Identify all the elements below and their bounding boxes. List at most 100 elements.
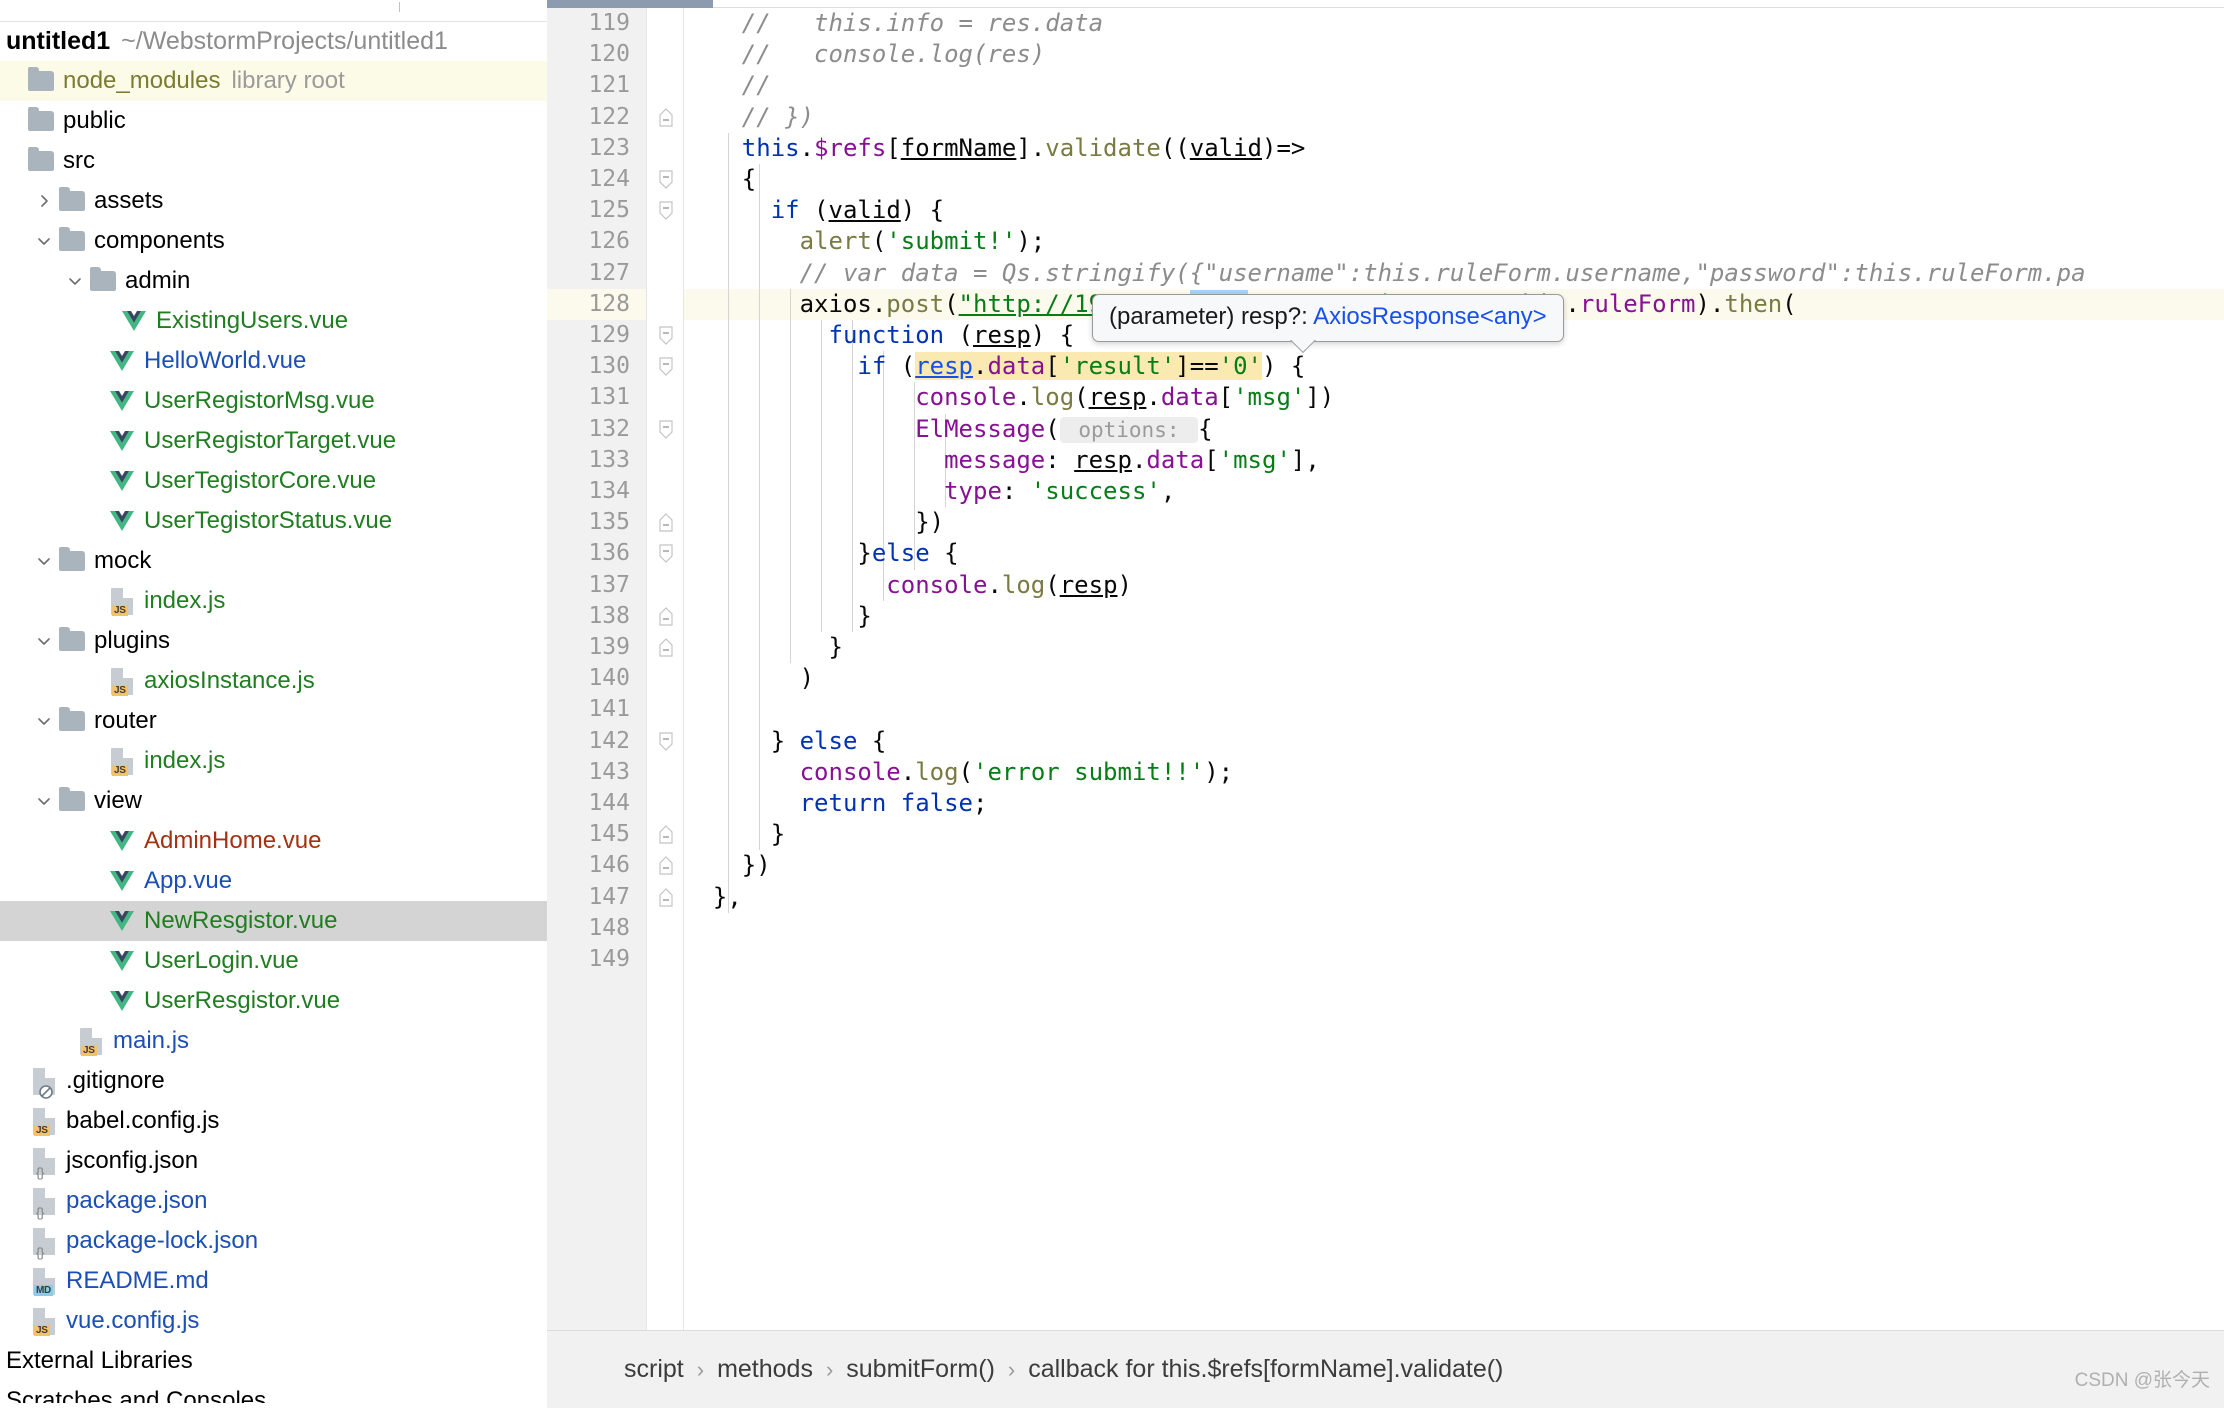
project-root-row[interactable]: untitled1 ~/WebstormProjects/untitled1 — [0, 22, 547, 61]
editor-tab-strip[interactable] — [547, 0, 2224, 8]
code-line[interactable]: }) — [684, 850, 771, 881]
tree-item-babel-config-js[interactable]: JS babel.config.js — [0, 1101, 547, 1141]
fold-start-icon[interactable] — [658, 195, 674, 226]
code-line[interactable]: }, — [684, 882, 742, 913]
code-line[interactable]: // var data = Qs.stringify({"username":t… — [684, 258, 2086, 289]
fold-start-icon[interactable] — [658, 351, 674, 382]
code-line[interactable]: }else { — [684, 538, 958, 569]
code-content-area[interactable]: // this.info = res.data // console.log(r… — [684, 8, 2224, 1330]
code-line[interactable]: message: resp.data['msg'], — [684, 445, 1320, 476]
tree-item-app-vue[interactable]: App.vue — [0, 861, 547, 901]
breadcrumb-item[interactable]: callback for this.$refs[formName].valida… — [1028, 1355, 1503, 1384]
tree-item-package-json[interactable]: {} package.json — [0, 1181, 547, 1221]
chevron-down-icon[interactable] — [31, 633, 57, 649]
fold-end-icon[interactable] — [658, 882, 674, 913]
tree-item-assets[interactable]: assets — [0, 181, 547, 221]
code-line[interactable]: // — [684, 70, 771, 101]
tree-item-label: .gitignore — [66, 1067, 165, 1094]
code-line[interactable]: // console.log(res) — [684, 39, 1045, 70]
code-line[interactable]: { — [684, 164, 756, 195]
project-file-tree[interactable]: node_modules library root public src assets c… — [0, 61, 547, 1341]
tree-item-admin[interactable]: admin — [0, 261, 547, 301]
tree-item-userregistortarget-vue[interactable]: UserRegistorTarget.vue — [0, 421, 547, 461]
tree-item-newresgistor-vue[interactable]: NewResgistor.vue — [0, 901, 547, 941]
breadcrumb-item[interactable]: script — [624, 1355, 684, 1384]
vue-icon — [109, 870, 135, 892]
code-line[interactable]: console.log(resp.data['msg']) — [684, 382, 1334, 413]
chevron-down-icon[interactable] — [31, 553, 57, 569]
code-line[interactable]: console.log(resp) — [684, 570, 1132, 601]
code-line[interactable]: } — [684, 601, 871, 632]
fold-start-icon[interactable] — [658, 414, 674, 445]
fold-end-icon[interactable] — [658, 601, 674, 632]
tree-item-userlogin-vue[interactable]: UserLogin.vue — [0, 941, 547, 981]
chevron-down-icon[interactable] — [31, 233, 57, 249]
line-number-gutter[interactable]: 119 120 121 122 123 124 125 126 127 128 129 130 131 1… — [547, 8, 647, 1330]
tree-item-router[interactable]: router — [0, 701, 547, 741]
chevron-down-icon[interactable] — [62, 273, 88, 289]
code-line[interactable]: }) — [684, 507, 944, 538]
code-line[interactable]: if (resp.data['result']=='0') { — [684, 351, 1305, 382]
tree-item-mock[interactable]: mock — [0, 541, 547, 581]
line-number: 128 — [588, 290, 630, 317]
code-folding-gutter[interactable] — [647, 8, 684, 1330]
breadcrumb-item[interactable]: methods — [717, 1355, 813, 1384]
tree-item-node-modules[interactable]: node_modules library root — [0, 61, 547, 101]
fold-start-icon[interactable] — [658, 726, 674, 757]
tree-item-plugins[interactable]: plugins — [0, 621, 547, 661]
fold-end-icon[interactable] — [658, 507, 674, 538]
tree-item-userresgistor-vue[interactable]: UserResgistor.vue — [0, 981, 547, 1021]
fold-start-icon[interactable] — [658, 538, 674, 569]
code-line[interactable]: // this.info = res.data — [684, 8, 1103, 39]
tree-item-usertegistorcore-vue[interactable]: UserTegistorCore.vue — [0, 461, 547, 501]
line-number: 145 — [588, 821, 630, 848]
chevron-down-icon[interactable] — [31, 793, 57, 809]
code-line[interactable]: } — [684, 632, 842, 663]
code-line[interactable]: } else { — [684, 726, 887, 757]
tree-item-label: vue.config.js — [66, 1307, 200, 1334]
code-line[interactable]: alert('submit!'); — [684, 226, 1046, 257]
code-line[interactable]: console.log('error submit!!'); — [684, 757, 1234, 788]
tree-item-src[interactable]: src — [0, 141, 547, 181]
tree-item-readme-md[interactable]: MD README.md — [0, 1261, 547, 1301]
tree-item-axiosinstance-js[interactable]: JS axiosInstance.js — [0, 661, 547, 701]
tree-item-vue-config-js[interactable]: JS vue.config.js — [0, 1301, 547, 1341]
code-line[interactable]: return false; — [684, 788, 988, 819]
code-line[interactable]: this.$refs[formName].validate((valid)=> — [684, 133, 1306, 164]
tree-item--gitignore[interactable]: .gitignore — [0, 1061, 547, 1101]
code-line[interactable]: ) — [684, 663, 814, 694]
tree-item-usertegistorstatus-vue[interactable]: UserTegistorStatus.vue — [0, 501, 547, 541]
tree-item-package-lock-json[interactable]: {} package-lock.json — [0, 1221, 547, 1261]
code-line[interactable]: // }) — [684, 102, 814, 133]
tree-item-view[interactable]: view — [0, 781, 547, 821]
fold-start-icon[interactable] — [658, 164, 674, 195]
vue-icon — [109, 470, 135, 492]
code-line[interactable]: if (valid) { — [684, 195, 944, 226]
code-line[interactable]: ElMessage( options: { — [684, 414, 1213, 445]
tree-item-helloworld-vue[interactable]: HelloWorld.vue — [0, 341, 547, 381]
breadcrumb[interactable]: script › methods › submitForm() › callback for… — [547, 1330, 2224, 1408]
fold-end-icon[interactable] — [658, 850, 674, 881]
tree-item-public[interactable]: public — [0, 101, 547, 141]
code-line[interactable]: } — [684, 819, 785, 850]
tree-item-index-js[interactable]: JS index.js — [0, 741, 547, 781]
fold-end-icon[interactable] — [658, 102, 674, 133]
code-token: message — [944, 445, 1046, 474]
code-line[interactable]: type: 'success', — [684, 476, 1175, 507]
tree-footer-item[interactable]: External Libraries — [0, 1341, 547, 1381]
tree-item-userregistormsg-vue[interactable]: UserRegistorMsg.vue — [0, 381, 547, 421]
chevron-down-icon[interactable] — [31, 713, 57, 729]
tree-item-main-js[interactable]: JS main.js — [0, 1021, 547, 1061]
code-editor[interactable]: 119 120 121 122 123 124 125 126 127 128 129 130 131 1… — [547, 0, 2224, 1408]
breadcrumb-item[interactable]: submitForm() — [846, 1355, 995, 1384]
tree-item-components[interactable]: components — [0, 221, 547, 261]
tree-item-adminhome-vue[interactable]: AdminHome.vue — [0, 821, 547, 861]
chevron-right-icon[interactable] — [31, 193, 57, 209]
fold-start-icon[interactable] — [658, 320, 674, 351]
fold-end-icon[interactable] — [658, 819, 674, 850]
code-line[interactable]: function (resp) { — [684, 320, 1075, 351]
tree-item-existingusers-vue[interactable]: ExistingUsers.vue — [0, 301, 547, 341]
tree-item-jsconfig-json[interactable]: {} jsconfig.json — [0, 1141, 547, 1181]
tree-item-index-js[interactable]: JS index.js — [0, 581, 547, 621]
fold-end-icon[interactable] — [658, 632, 674, 663]
